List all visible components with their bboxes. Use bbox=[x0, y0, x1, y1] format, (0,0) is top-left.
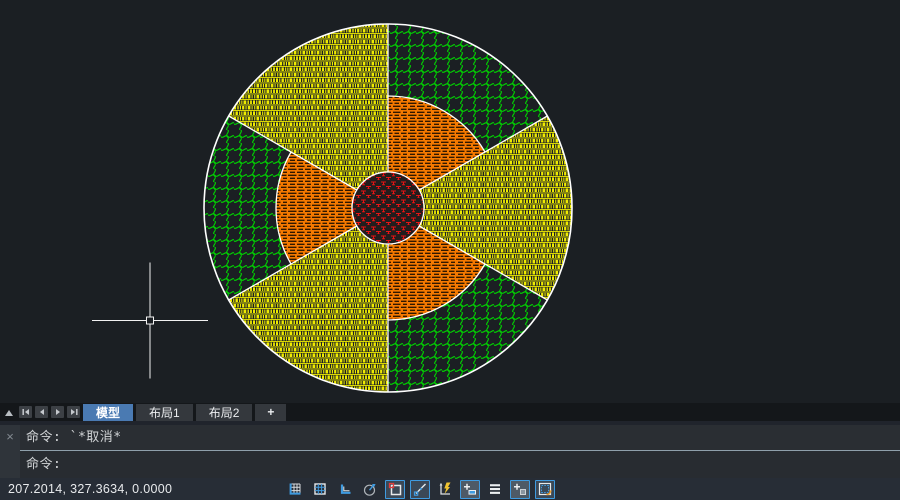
dynamic-input-icon[interactable] bbox=[435, 480, 455, 499]
annotation-scale-icon[interactable] bbox=[535, 480, 555, 499]
selection-cycling-icon[interactable] bbox=[510, 480, 530, 499]
command-window: × 命令: `*取消* 命令: bbox=[0, 421, 900, 478]
object-snap-icon[interactable] bbox=[385, 480, 405, 499]
last-tab-icon[interactable] bbox=[67, 406, 80, 418]
polar-tracking-icon[interactable] bbox=[360, 480, 380, 499]
tabbar-expand-icon[interactable] bbox=[2, 405, 16, 419]
lineweight-icon[interactable] bbox=[460, 480, 480, 499]
cad-window: 模型 布局1 布局2 + × 命令: `*取消* 命令: 207.2014, 3… bbox=[0, 0, 900, 500]
hub-circle[interactable] bbox=[352, 172, 424, 244]
status-bar: 207.2014, 327.3634, 0.0000 bbox=[0, 478, 900, 500]
tab-layout2[interactable]: 布局2 bbox=[196, 404, 253, 421]
tab-new-layout[interactable]: + bbox=[255, 404, 286, 421]
coordinates-readout[interactable]: 207.2014, 327.3634, 0.0000 bbox=[8, 478, 172, 500]
drawing-canvas[interactable] bbox=[0, 0, 900, 403]
next-tab-icon[interactable] bbox=[51, 406, 64, 418]
command-close-icon[interactable]: × bbox=[6, 430, 14, 443]
command-history-line: 命令: `*取消* bbox=[20, 425, 900, 450]
snap-grid-icon[interactable] bbox=[285, 480, 305, 499]
quick-properties-icon[interactable] bbox=[485, 480, 505, 499]
prev-tab-icon[interactable] bbox=[35, 406, 48, 418]
object-snap-tracking-icon[interactable] bbox=[410, 480, 430, 499]
tab-model[interactable]: 模型 bbox=[83, 404, 133, 421]
tab-layout1[interactable]: 布局1 bbox=[136, 404, 193, 421]
ortho-icon[interactable] bbox=[335, 480, 355, 499]
first-tab-icon[interactable] bbox=[19, 406, 32, 418]
status-toggle-group bbox=[285, 479, 555, 499]
command-prompt-line[interactable]: 命令: bbox=[20, 451, 900, 478]
command-gutter: × bbox=[0, 425, 20, 478]
grid-display-icon[interactable] bbox=[310, 480, 330, 499]
layout-tabbar: 模型 布局1 布局2 + bbox=[0, 403, 900, 421]
